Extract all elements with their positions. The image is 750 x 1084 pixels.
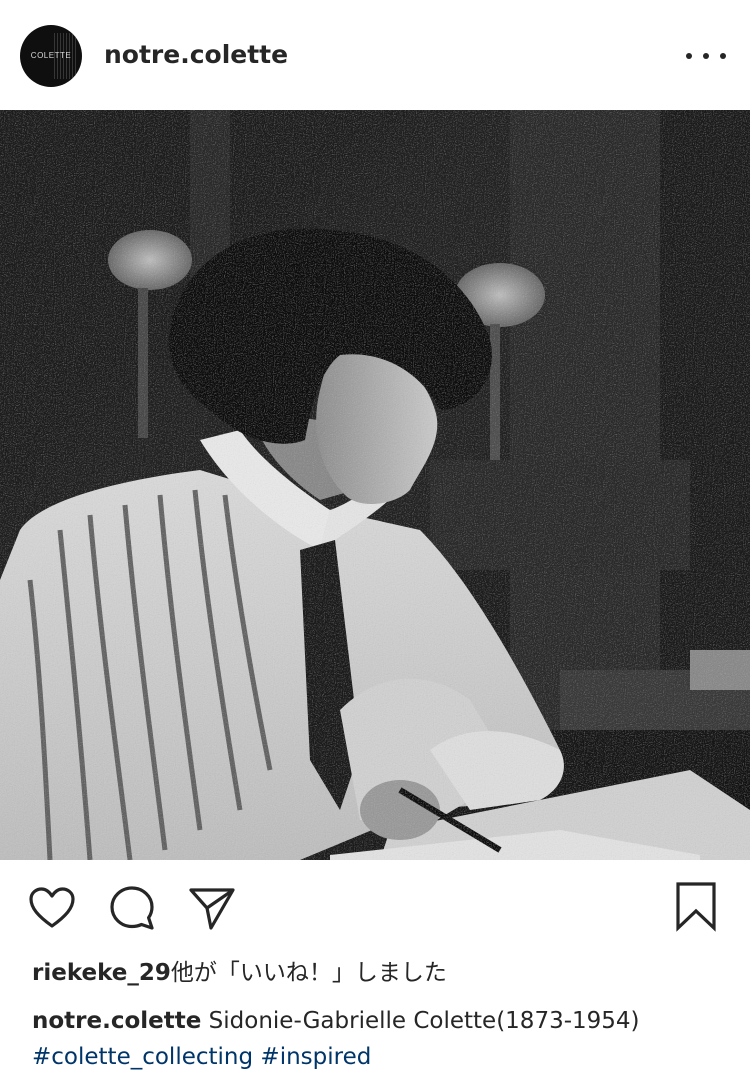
share-button[interactable]	[186, 882, 238, 934]
more-horizontal-icon	[686, 53, 692, 59]
post-photo[interactable]	[0, 110, 750, 860]
more-horizontal-icon	[703, 53, 709, 59]
heart-outline-icon	[29, 887, 75, 928]
paper-plane-icon	[189, 888, 235, 930]
hashtag-link[interactable]: #inspired	[260, 1044, 371, 1070]
more-options-button[interactable]	[686, 44, 726, 68]
likes-summary: riekeke_29他が「いいね！」しました	[32, 958, 447, 988]
bookmark-outline-icon	[676, 882, 716, 932]
comment-bubble-icon	[110, 886, 154, 930]
caption-text: Sidonie-Gabrielle Colette(1873-1954)	[208, 1008, 640, 1034]
avatar[interactable]: COLETTE	[20, 25, 82, 87]
post-caption: notre.colette Sidonie-Gabrielle Colette(…	[32, 1003, 722, 1075]
photo-illustration	[0, 110, 750, 860]
likes-suffix: 他が「いいね！」しました	[170, 960, 447, 986]
action-bar	[0, 860, 750, 958]
liker-username[interactable]: riekeke_29	[32, 960, 171, 986]
comment-button[interactable]	[106, 882, 158, 934]
caption-username[interactable]: notre.colette	[32, 1008, 201, 1034]
more-horizontal-icon	[720, 53, 726, 59]
save-button[interactable]	[670, 880, 722, 932]
hashtag-link[interactable]: #colette_collecting	[32, 1044, 253, 1070]
post-header: COLETTE notre.colette	[0, 0, 750, 110]
avatar-logo-text: COLETTE	[30, 51, 72, 60]
like-button[interactable]	[26, 882, 78, 934]
post-username[interactable]: notre.colette	[104, 40, 288, 70]
